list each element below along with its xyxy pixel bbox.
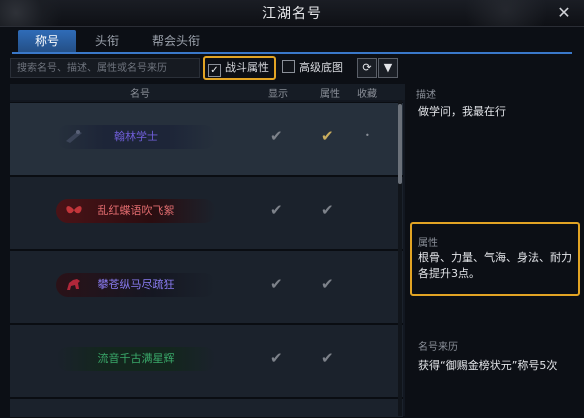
butterfly-icon	[64, 201, 84, 219]
attr-check-icon[interactable]: ✔	[321, 349, 334, 367]
tab-bar: 称号 头衔 帮会头衔	[12, 30, 572, 54]
tab-title[interactable]: 称号	[18, 30, 76, 52]
list-item[interactable]: 流音千古满星辉 ✔ ✔	[10, 324, 403, 398]
title-badge: 攀苍纵马尽疏狂	[56, 273, 216, 297]
tab-guild-rank[interactable]: 帮会头衔	[140, 30, 212, 52]
refresh-icon: ⟳	[362, 61, 372, 74]
combat-attr-filter[interactable]: ✓ 战斗属性	[203, 56, 276, 80]
attr-check-icon[interactable]: ✔	[321, 201, 334, 219]
desc-label: 描述	[416, 90, 436, 101]
list-item[interactable]: 翰林学士 ✔ ✔ •	[10, 102, 403, 176]
list-scrollbar[interactable]	[398, 100, 402, 416]
tab-rank[interactable]: 头衔	[78, 30, 136, 52]
fav-dot[interactable]: •	[365, 131, 370, 140]
header-attr: 属性	[320, 89, 340, 100]
title-name: 流音千古满星辉	[97, 352, 175, 365]
origin-label: 名号来历	[418, 342, 458, 353]
title-bar: 江湖名号 ✕	[0, 0, 584, 27]
display-check-icon[interactable]: ✔	[270, 127, 283, 145]
display-check-icon[interactable]: ✔	[270, 201, 283, 219]
filter-icon: ▼	[383, 61, 393, 74]
close-icon: ✕	[557, 3, 571, 22]
combat-attr-label: 战斗属性	[225, 61, 269, 74]
title-badge: 流音千古满星辉	[56, 347, 216, 371]
title-badge: 乱红蝶语吹飞絮	[56, 199, 216, 223]
advanced-bg-label: 高级底图	[299, 61, 343, 74]
title-name: 乱红蝶语吹飞絮	[97, 204, 175, 217]
list-item[interactable]	[10, 398, 403, 418]
checkbox-unchecked-icon	[282, 60, 295, 73]
header-display: 显示	[268, 89, 288, 100]
horse-icon	[64, 275, 84, 293]
display-check-icon[interactable]: ✔	[270, 349, 283, 367]
list-item[interactable]: 乱红蝶语吹飞絮 ✔ ✔	[10, 176, 403, 250]
title-badge: 翰林学士	[56, 125, 216, 149]
advanced-bg-filter[interactable]: 高级底图	[282, 58, 343, 78]
scrollbar-thumb[interactable]	[398, 104, 402, 184]
title-name: 翰林学士	[114, 130, 158, 143]
quill-icon	[64, 127, 84, 145]
desc-text: 做学问，我最在行	[418, 105, 506, 118]
attr-check-icon[interactable]: ✔	[321, 127, 334, 145]
display-check-icon[interactable]: ✔	[270, 275, 283, 293]
attr-label: 属性	[418, 238, 438, 249]
header-fav: 收藏	[357, 89, 377, 100]
title-list: 名号 显示 属性 收藏 翰林学士 ✔ ✔ • 乱红蝶语吹飞絮 ✔ ✔ 攀苍纵马尽…	[10, 84, 405, 418]
header-name: 名号	[130, 89, 150, 100]
title-name: 攀苍纵马尽疏狂	[97, 278, 175, 291]
attr-text: 根骨、力量、气海、身法、耐力各提升3点。	[418, 251, 572, 280]
window-title: 江湖名号	[262, 6, 322, 22]
close-button[interactable]: ✕	[554, 3, 574, 23]
search-input[interactable]	[10, 58, 200, 78]
origin-text: 获得“御赐金榜状元”称号5次	[418, 359, 558, 372]
refresh-button[interactable]: ⟳	[357, 58, 377, 78]
attr-check-icon[interactable]: ✔	[321, 275, 334, 293]
checkbox-checked-icon: ✓	[208, 64, 221, 77]
list-header: 名号 显示 属性 收藏	[10, 84, 405, 100]
filter-button[interactable]: ▼	[378, 58, 398, 78]
list-item[interactable]: 攀苍纵马尽疏狂 ✔ ✔	[10, 250, 403, 324]
